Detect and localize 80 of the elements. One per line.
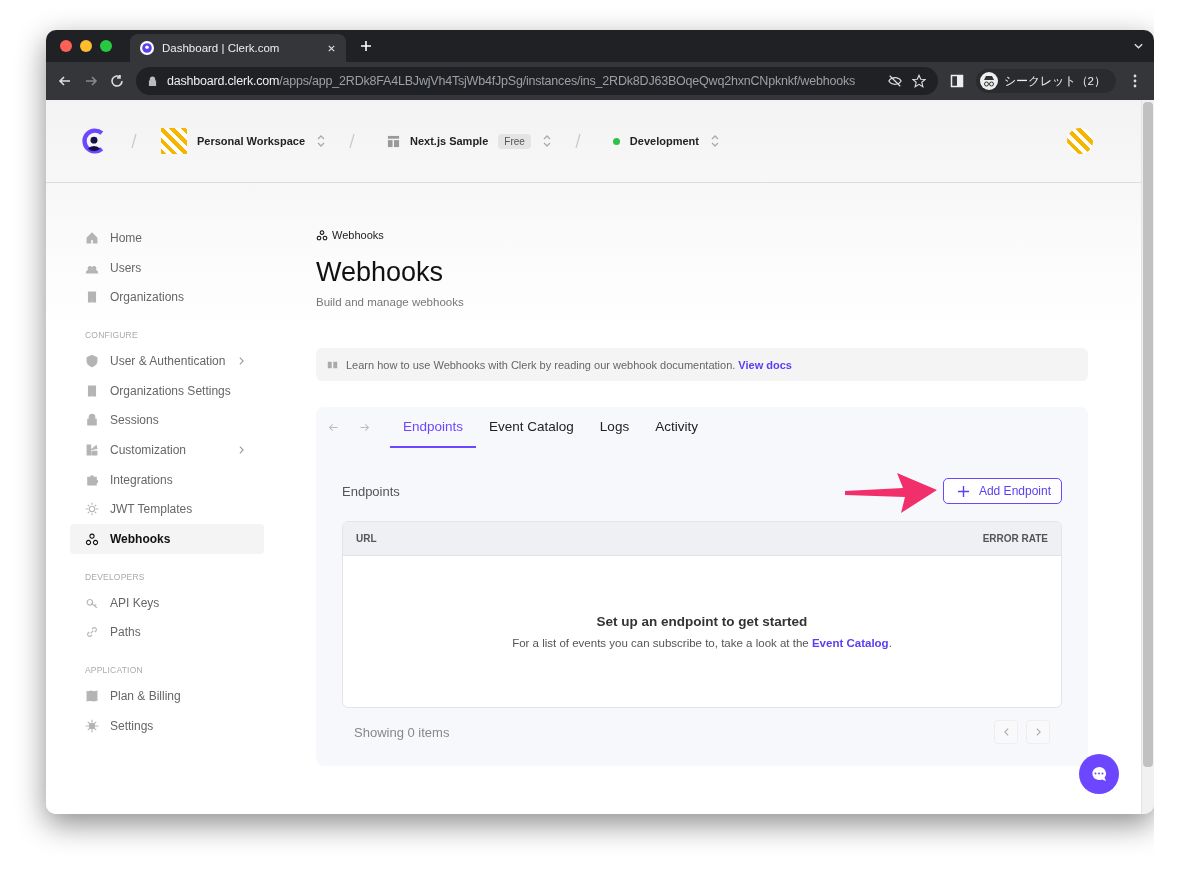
book-icon xyxy=(327,360,338,369)
empty-state-text: For a list of events you can subscribe to, take a look at the Event Catalog. xyxy=(512,637,892,649)
clerk-logo-icon xyxy=(140,41,154,55)
tab[interactable]: Activity xyxy=(642,407,711,448)
sidebar-section-heading: DEVELOPERS xyxy=(84,571,146,584)
sidebar-section-heading: CONFIGURE xyxy=(84,330,139,343)
sidebar-item[interactable]: Organizations xyxy=(70,282,264,313)
webhook-icon xyxy=(85,532,99,547)
url-text: dashboard.clerk.com/apps/app_2RDk8FA4LBJwjVh4TsjWb4fJpSg/instances/ins_2RDk8DJ63BOqeQwq2hxnCNpknkf/webhooks xyxy=(167,74,855,88)
gear-icon xyxy=(85,718,99,733)
page-title: Webhooks xyxy=(316,257,445,288)
sidebar-item[interactable]: Webhooks xyxy=(70,524,264,554)
tab[interactable]: Event Catalog xyxy=(476,407,587,448)
chevron-down-icon[interactable] xyxy=(1133,42,1144,50)
sidebar-item[interactable]: Paths xyxy=(70,617,264,648)
chat-button[interactable] xyxy=(1079,754,1119,794)
column-header: URL xyxy=(356,533,377,544)
sidebar-item[interactable]: Integrations xyxy=(70,464,264,495)
webhook-icon xyxy=(316,229,328,241)
tab[interactable]: Endpoints xyxy=(390,407,477,448)
page-subtitle: Build and manage webhooks xyxy=(316,296,465,308)
section-heading: Endpoints xyxy=(342,483,400,499)
address-bar[interactable]: dashboard.clerk.com/apps/app_2RDk8FA4LBJwjVh4TsjWb4fJpSg/instances/ins_2RDk8DJ63BOqeQwq2hxnCNpknkf/webhooks xyxy=(136,67,938,95)
scrollbar[interactable] xyxy=(1141,100,1154,814)
minimize-window-button[interactable] xyxy=(80,40,92,52)
sidebar-item[interactable]: API Keys xyxy=(70,587,264,618)
shield-icon xyxy=(85,353,99,368)
separator-line xyxy=(349,133,355,149)
sidebar-item[interactable]: User & Authentication xyxy=(70,346,264,376)
sidebar-item[interactable]: Organizations Settings xyxy=(70,375,264,406)
incognito-profile-button[interactable]: シークレット（2） xyxy=(975,69,1116,93)
status-dot xyxy=(612,137,620,145)
chat-bubble-icon xyxy=(1089,764,1109,784)
banner-text: Learn how to use Webhooks with Clerk by reading our webhook documentation. View docs xyxy=(346,358,792,371)
forward-arrow-icon[interactable] xyxy=(84,74,98,88)
tab-title: Dashboard | Clerk.com xyxy=(162,42,281,54)
side-panel-icon[interactable] xyxy=(949,74,964,88)
separator-line xyxy=(574,133,581,149)
sidebar-item[interactable]: JWT Templates xyxy=(70,494,264,525)
workspace-avatar xyxy=(161,128,187,154)
sidebar-item[interactable]: Home xyxy=(70,223,264,253)
close-icon[interactable] xyxy=(327,43,336,53)
plan-tag: Free xyxy=(498,133,531,149)
home-icon xyxy=(85,230,99,245)
sidebar-item[interactable]: Sessions xyxy=(70,405,264,436)
breadcrumb[interactable]: Webhooks xyxy=(332,229,384,241)
lock-icon xyxy=(148,75,157,87)
event-catalog-link[interactable]: Event Catalog xyxy=(811,637,889,649)
sidebar-item[interactable]: Settings xyxy=(70,710,264,741)
browser-tab[interactable]: Dashboard | Clerk.com xyxy=(130,34,346,62)
workspace-switcher[interactable]: Personal Workspace xyxy=(197,135,305,147)
lock-icon xyxy=(85,413,99,428)
palette-icon xyxy=(85,442,99,457)
eye-slash-icon[interactable] xyxy=(887,74,902,88)
empty-state-title: Set up an endpoint to get started xyxy=(596,614,808,629)
chevron-right-icon xyxy=(1034,727,1042,737)
column-header: ERROR RATE xyxy=(982,533,1048,544)
incognito-icon xyxy=(979,72,998,90)
sidebar-item[interactable]: Customization xyxy=(70,435,264,465)
link-icon xyxy=(85,625,99,640)
sidebar-item[interactable]: Users xyxy=(70,252,264,283)
plus-icon xyxy=(957,485,969,497)
sidebar-item[interactable]: Plan & Billing xyxy=(70,681,264,711)
layout-icon xyxy=(387,134,400,148)
chevron-left-icon xyxy=(1002,727,1010,737)
separator-line xyxy=(131,133,137,149)
star-icon[interactable] xyxy=(911,74,926,88)
instance-switcher[interactable]: Development xyxy=(629,135,699,147)
close-window-button[interactable] xyxy=(60,40,72,52)
back-arrow-icon[interactable] xyxy=(58,74,72,88)
sun-icon xyxy=(85,502,99,517)
view-docs-link[interactable]: View docs xyxy=(738,358,792,371)
sidebar-section-heading: APPLICATION xyxy=(84,665,144,678)
new-tab-icon[interactable] xyxy=(360,40,372,52)
reload-icon[interactable] xyxy=(110,74,124,88)
maximize-window-button[interactable] xyxy=(100,40,112,52)
item-count: Showing 0 items xyxy=(354,724,450,740)
application-switcher[interactable]: Next.js Sample xyxy=(410,135,489,147)
add-endpoint-button[interactable]: Add Endpoint xyxy=(942,478,1062,504)
tab[interactable]: Logs xyxy=(586,407,643,448)
